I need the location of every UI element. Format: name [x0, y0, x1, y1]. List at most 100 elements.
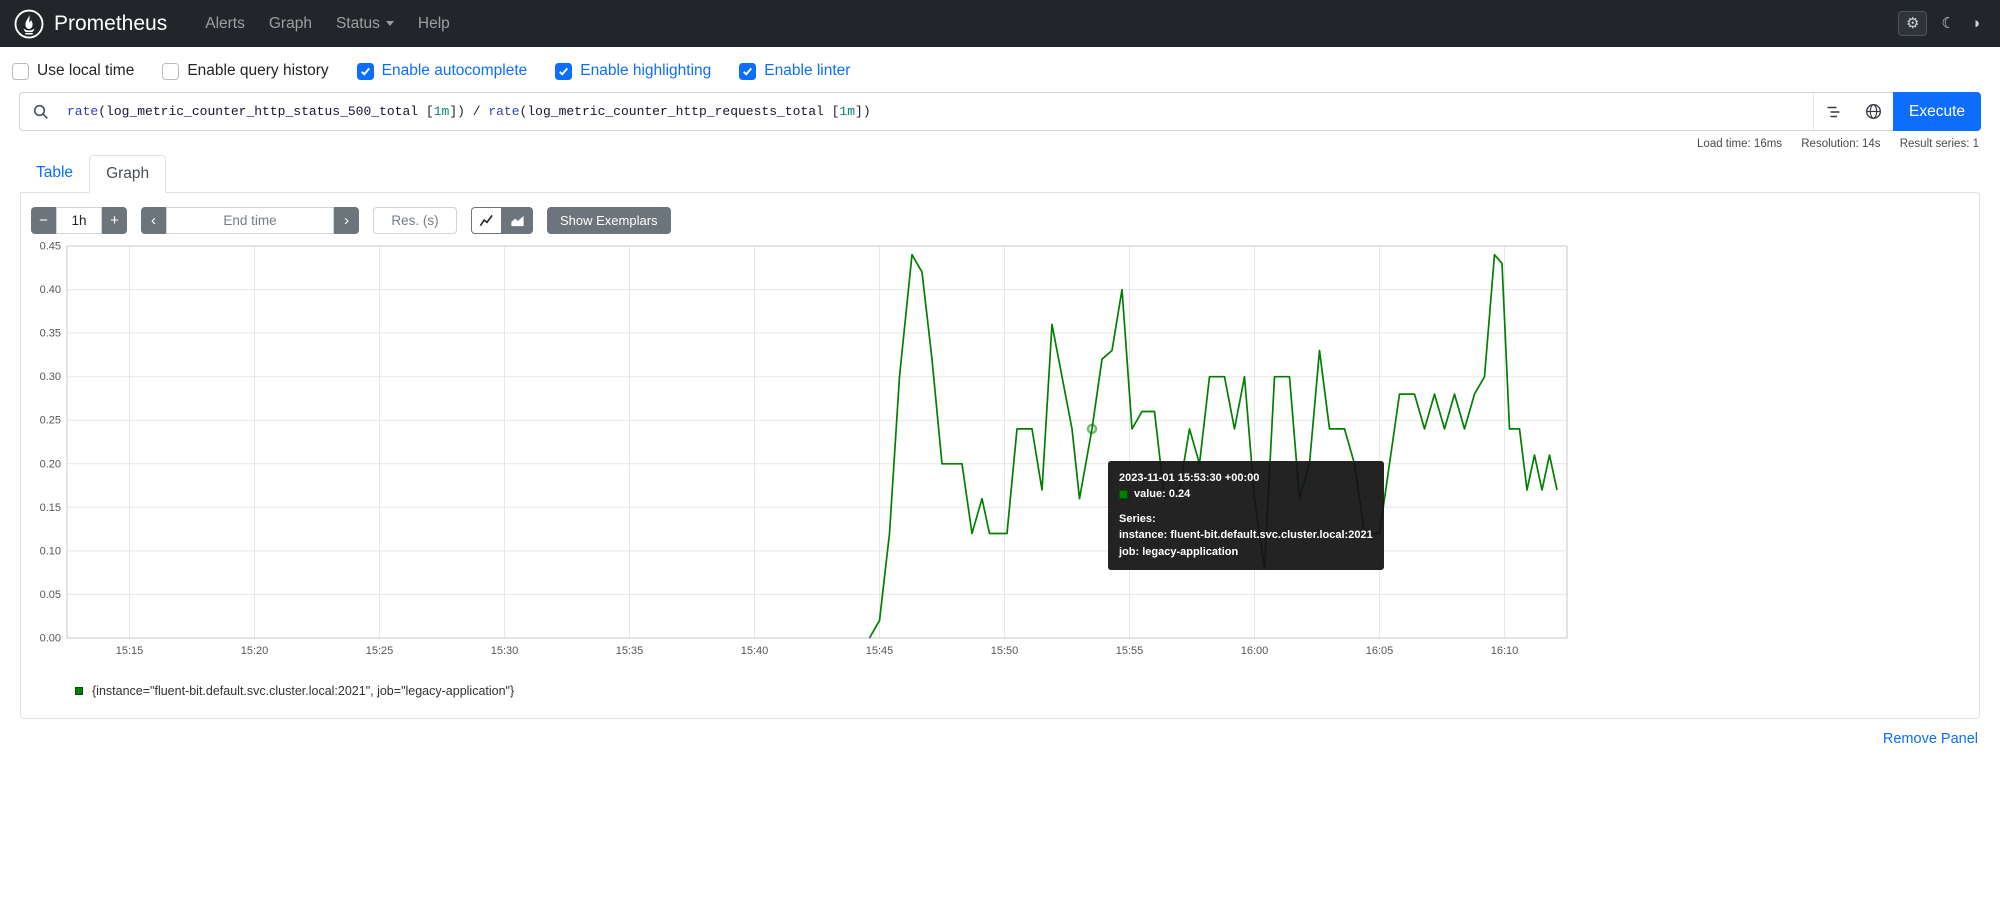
metrics-explorer-button[interactable]	[1853, 92, 1893, 131]
stacked-chart-icon	[510, 213, 525, 228]
svg-text:0.45: 0.45	[40, 242, 61, 253]
svg-text:15:40: 15:40	[741, 645, 769, 657]
query-token-metric: log_metric_counter_http_status_500_total	[106, 104, 418, 119]
graph-legend: {instance="fluent-bit.default.svc.cluste…	[75, 684, 1971, 698]
legend-color-swatch[interactable]	[75, 687, 83, 695]
svg-text:16:10: 16:10	[1491, 645, 1519, 657]
globe-icon	[1865, 103, 1882, 120]
tooltip-value: value: 0.24	[1134, 486, 1190, 503]
brand-title: Prometheus	[54, 12, 167, 36]
query-token-punct: [	[418, 104, 434, 119]
svg-text:15:50: 15:50	[991, 645, 1019, 657]
query-token-duration: 1m	[434, 104, 450, 119]
svg-text:0.30: 0.30	[40, 371, 61, 383]
nav-item-graph[interactable]: Graph	[257, 15, 324, 33]
checkbox-enable-linter[interactable]: Enable linter	[739, 62, 850, 80]
moon-icon[interactable]: ☾	[1939, 14, 1956, 33]
svg-text:15:35: 15:35	[616, 645, 644, 657]
range-increase-button[interactable]: +	[102, 207, 127, 234]
checkbox-enable-highlighting[interactable]: Enable highlighting	[555, 62, 711, 80]
resolution: Resolution: 14s	[1801, 138, 1880, 150]
svg-text:0.20: 0.20	[40, 458, 61, 470]
top-navbar: Prometheus AlertsGraphStatusHelp ⚙ ☾ ◑	[0, 0, 2000, 47]
svg-text:15:20: 15:20	[241, 645, 269, 657]
tooltip-instance-label: instance: fluent-bit.default.svc.cluster…	[1119, 527, 1373, 544]
query-token-punct: ])	[855, 104, 871, 119]
graph-controls: − + ‹ › Show Exemplars	[31, 207, 1971, 234]
nav-item-alerts[interactable]: Alerts	[193, 15, 257, 33]
checkbox-enable-query-history[interactable]: Enable query history	[162, 62, 328, 80]
range-control-group: − +	[31, 207, 127, 234]
unchecked-checkbox-icon[interactable]	[12, 63, 29, 80]
query-token-op: /	[465, 104, 488, 119]
end-time-input[interactable]	[166, 207, 334, 234]
graph-panel: − + ‹ › Show Exemplars 0.000.050.100.	[20, 192, 1980, 719]
svg-text:0.35: 0.35	[40, 328, 61, 340]
query-token-duration: 1m	[839, 104, 855, 119]
query-token-fn: rate	[67, 104, 98, 119]
tab-graph[interactable]: Graph	[89, 155, 166, 193]
tab-table[interactable]: Table	[20, 155, 89, 193]
svg-text:0.10: 0.10	[40, 545, 61, 557]
chart-area: 0.000.050.100.150.200.250.300.350.400.45…	[29, 242, 1971, 666]
checkbox-label: Use local time	[37, 62, 134, 80]
query-token-punct: [	[824, 104, 840, 119]
tooltip-job-label: job: legacy-application	[1119, 544, 1373, 561]
tree-view-icon	[1826, 104, 1842, 120]
contrast-icon[interactable]: ◑	[1969, 14, 1982, 33]
svg-text:15:45: 15:45	[866, 645, 894, 657]
result-series: Result series: 1	[1900, 138, 1979, 150]
nav-item-help[interactable]: Help	[406, 15, 462, 33]
graph-tooltip: 2023-11-01 15:53:30 +00:00 value: 0.24 S…	[1108, 461, 1384, 571]
checkbox-label: Enable autocomplete	[382, 62, 528, 80]
show-exemplars-button[interactable]: Show Exemplars	[547, 207, 671, 234]
graph-canvas[interactable]: 0.000.050.100.150.200.250.300.350.400.45…	[29, 242, 1579, 666]
checkbox-label: Enable highlighting	[580, 62, 711, 80]
checked-checkbox-icon[interactable]	[555, 63, 572, 80]
checked-checkbox-icon[interactable]	[739, 63, 756, 80]
svg-text:0.25: 0.25	[40, 415, 61, 427]
query-options-row: Use local time Enable query history Enable…	[0, 47, 2000, 92]
remove-panel-link[interactable]: Remove Panel	[1883, 731, 1978, 747]
stacked-chart-toggle-button[interactable]	[502, 207, 533, 234]
checked-checkbox-icon[interactable]	[357, 63, 374, 80]
result-tabs: Table Graph	[20, 155, 1980, 193]
load-time: Load time: 16ms	[1697, 138, 1782, 150]
svg-text:15:55: 15:55	[1116, 645, 1144, 657]
line-chart-toggle-button[interactable]	[471, 207, 502, 234]
checkbox-label: Enable query history	[187, 62, 328, 80]
svg-text:16:00: 16:00	[1241, 645, 1269, 657]
resolution-input[interactable]	[373, 207, 457, 234]
time-forward-button[interactable]: ›	[334, 207, 359, 234]
chevron-down-icon	[386, 21, 394, 26]
execute-button[interactable]: Execute	[1893, 92, 1981, 131]
nav-item-status[interactable]: Status	[324, 15, 406, 33]
svg-text:0.40: 0.40	[40, 284, 61, 296]
chart-type-toggle-group	[471, 207, 533, 234]
svg-text:15:15: 15:15	[116, 645, 144, 657]
range-input[interactable]	[56, 207, 102, 234]
svg-text:16:05: 16:05	[1366, 645, 1394, 657]
tooltip-series-heading: Series:	[1119, 511, 1373, 528]
checkbox-label: Enable linter	[764, 62, 850, 80]
gear-icon[interactable]: ⚙	[1898, 11, 1927, 36]
checkbox-enable-autocomplete[interactable]: Enable autocomplete	[357, 62, 528, 80]
navbar-icon-group: ⚙ ☾ ◑	[1898, 11, 1982, 36]
checkbox-use-local-time[interactable]: Use local time	[12, 62, 134, 80]
query-token-punct: (	[520, 104, 528, 119]
brand[interactable]: Prometheus	[14, 9, 167, 39]
query-token-fn: rate	[488, 104, 519, 119]
unchecked-checkbox-icon[interactable]	[162, 63, 179, 80]
prometheus-logo-icon	[14, 9, 44, 39]
svg-text:0.00: 0.00	[40, 633, 61, 645]
query-expression-input[interactable]: rate(log_metric_counter_http_status_500_…	[61, 92, 1813, 131]
query-bar: rate(log_metric_counter_http_status_500_…	[19, 92, 1981, 131]
search-icon	[33, 104, 49, 120]
time-back-button[interactable]: ‹	[141, 207, 166, 234]
endtime-control-group: ‹ ›	[141, 207, 359, 234]
query-tree-view-button[interactable]	[1813, 92, 1853, 131]
query-stats: Load time: 16ms Resolution: 14s Result s…	[0, 131, 2000, 150]
svg-text:0.05: 0.05	[40, 589, 61, 601]
range-decrease-button[interactable]: −	[31, 207, 56, 234]
legend-series-label[interactable]: {instance="fluent-bit.default.svc.cluste…	[92, 684, 514, 698]
